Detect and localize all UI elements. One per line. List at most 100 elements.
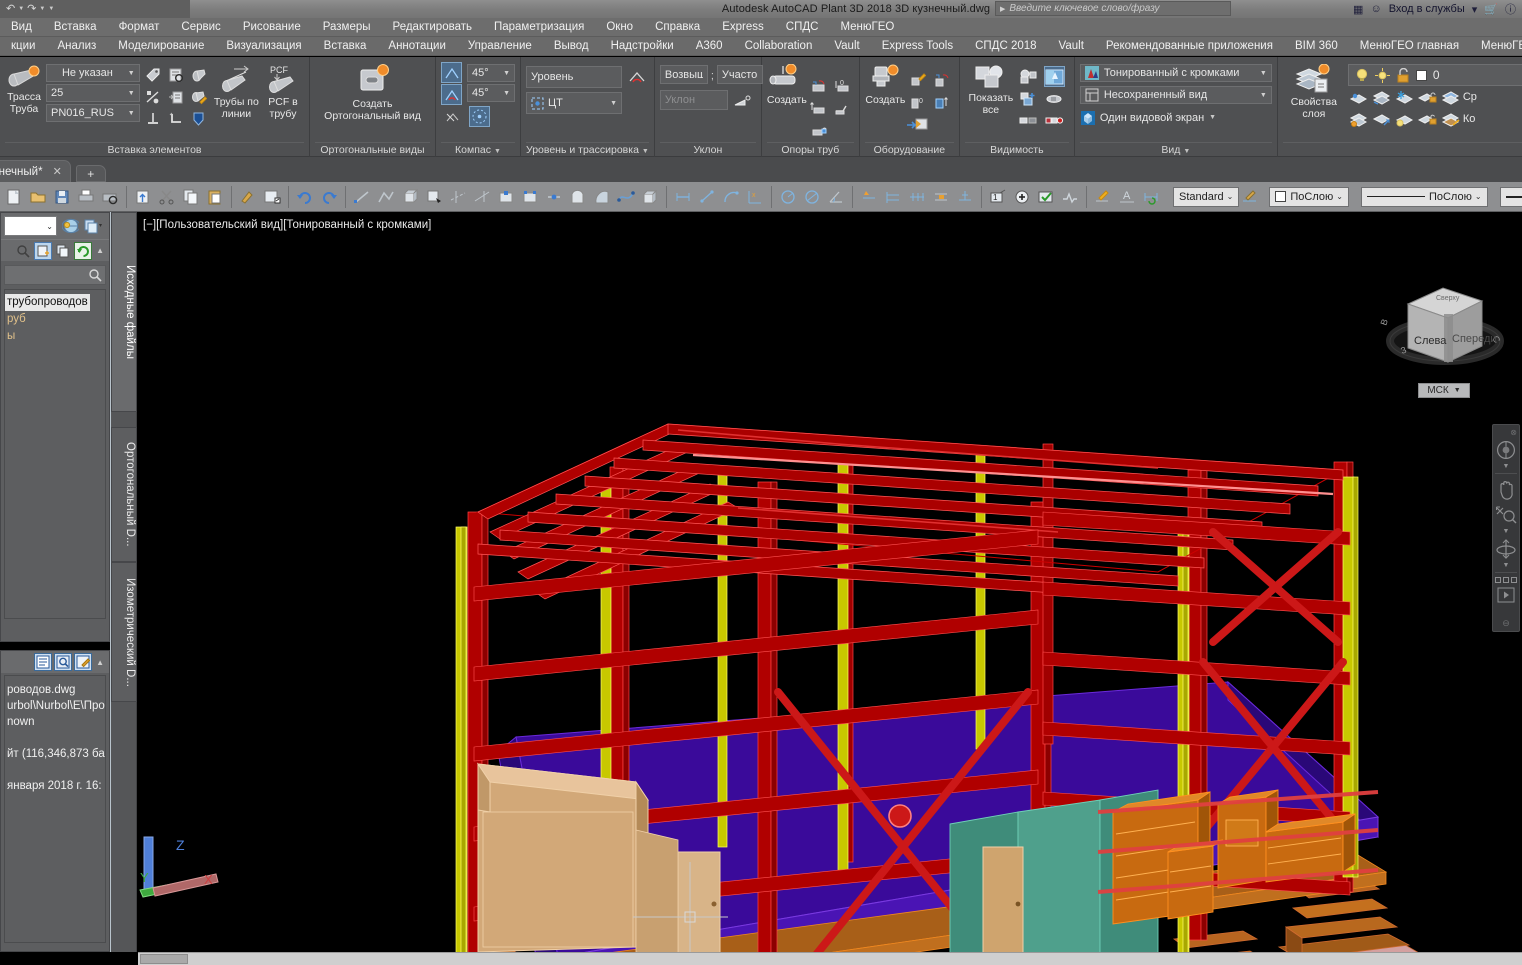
named-view-combo[interactable]: Несохраненный вид ▼ <box>1079 86 1272 104</box>
layer-merge-icon[interactable] <box>1440 87 1461 108</box>
menu-item-1[interactable]: Вставка <box>43 18 108 37</box>
menu-item-8[interactable]: Окно <box>595 18 644 37</box>
layer-thaw-icon[interactable] <box>1374 67 1390 83</box>
layer-color-swatch[interactable] <box>1415 69 1427 81</box>
center-combo[interactable]: ЦТ ▼ <box>526 92 622 114</box>
spec-name-combo[interactable]: PN016_RUS ▼ <box>46 104 140 122</box>
dim-aligned-icon[interactable] <box>695 185 719 209</box>
dim-baseline-icon[interactable] <box>881 185 905 209</box>
slope-input[interactable]: Уклон <box>659 90 728 110</box>
ribbon-tab-1[interactable]: Анализ <box>46 37 107 56</box>
ribbon-tab-10[interactable]: Collaboration <box>734 37 824 56</box>
equipment-elev-icon[interactable] <box>931 92 952 113</box>
new-drawing-icon[interactable] <box>34 241 53 260</box>
visual-style-combo[interactable]: Тонированный с кромками ▼ <box>1079 64 1272 82</box>
qat-overflow-icon[interactable]: ▼ <box>48 6 54 12</box>
paste-icon[interactable] <box>203 185 227 209</box>
publish-icon[interactable] <box>131 185 155 209</box>
polyline-icon[interactable] <box>374 185 398 209</box>
match-properties-icon[interactable] <box>236 185 260 209</box>
preview-icon[interactable] <box>54 653 73 671</box>
menu-item-4[interactable]: Рисование <box>232 18 312 37</box>
tolerance-icon[interactable] <box>1010 185 1034 209</box>
open-icon[interactable] <box>26 185 50 209</box>
pcf-to-pipe-button[interactable]: PCF PCF в трубу <box>262 62 304 120</box>
menu-item-5[interactable]: Размеры <box>312 18 382 37</box>
showmotion-icon[interactable] <box>1493 585 1519 605</box>
pipe-support-small-icon[interactable] <box>189 64 210 85</box>
connect-down-icon[interactable] <box>143 108 164 129</box>
support-copy-icon[interactable] <box>808 76 829 97</box>
layer-on-icon[interactable] <box>1355 68 1369 83</box>
layer-unisolate-icon[interactable] <box>1371 87 1392 108</box>
equipment-copy-icon[interactable] <box>931 70 952 91</box>
dim-text-edit-icon[interactable]: A <box>1115 185 1139 209</box>
ray-icon[interactable] <box>470 185 494 209</box>
plot-preview-icon[interactable] <box>98 185 122 209</box>
color-combo[interactable]: ПоСлою ⌄ <box>1360 186 1488 207</box>
navbar-close-icon[interactable]: ⊗ <box>1510 428 1519 437</box>
elevation-field[interactable]: Возвыш <box>659 65 708 84</box>
ribbon-tab-3[interactable]: Визуализация <box>215 37 312 56</box>
menu-item-0[interactable]: Вид <box>0 18 43 37</box>
layer-turn-on-icon[interactable] <box>1394 109 1415 130</box>
ucs-selector[interactable]: МСК ▼ <box>1418 383 1470 398</box>
undo-dropdown-icon[interactable]: ▼ <box>18 6 24 12</box>
slope-percent-icon[interactable] <box>143 86 164 107</box>
pan-hand-icon[interactable] <box>1493 476 1519 502</box>
xray-mode-icon[interactable] <box>1043 66 1065 87</box>
help-icon[interactable]: ⓘ <box>1505 1 1516 17</box>
quick-dim-icon[interactable] <box>857 185 881 209</box>
project-tree[interactable]: трубопроводов руб ы <box>4 289 106 619</box>
line-icon[interactable] <box>350 185 374 209</box>
drawing-canvas[interactable]: [−][Пользовательский вид][Тонированный с… <box>138 212 1522 952</box>
unhide-icon[interactable] <box>1044 88 1065 109</box>
cut-icon[interactable] <box>155 185 179 209</box>
steering-wheel-icon[interactable] <box>1493 437 1519 463</box>
tree-node-pipes[interactable]: руб <box>5 311 105 328</box>
dim-ordinate-icon[interactable]: x <box>743 185 767 209</box>
scrollbar-thumb[interactable] <box>140 954 188 964</box>
collapse-icon[interactable]: ▲ <box>94 246 106 255</box>
linetype-combo[interactable]: ПоСлою⌄ <box>1499 186 1522 207</box>
create-equipment-button[interactable]: Создать <box>865 62 906 106</box>
redo-dropdown-icon[interactable]: ▼ <box>39 6 45 12</box>
add-to-spec-icon[interactable] <box>166 86 187 107</box>
compass-off-icon[interactable] <box>441 106 462 127</box>
menu-item-12[interactable]: МенюГЕО <box>829 18 905 37</box>
ribbon-tab-18[interactable]: МенюГЕО д <box>1470 37 1522 56</box>
ribbon-tab-7[interactable]: Вывод <box>543 37 600 56</box>
new-icon[interactable] <box>2 185 26 209</box>
dim-radius-icon[interactable] <box>776 185 800 209</box>
size-combo[interactable]: 25 ▼ <box>46 84 140 102</box>
section-field[interactable]: Участок <box>716 65 763 84</box>
tag-icon[interactable] <box>143 64 164 85</box>
new-tab-button[interactable]: + <box>75 165 106 182</box>
user-avatar-icon[interactable]: ☺ <box>1370 3 1381 15</box>
edit-pipe-icon[interactable] <box>189 86 210 107</box>
save-icon[interactable] <box>50 185 74 209</box>
redo-icon[interactable]: ↷ <box>27 3 36 15</box>
dim-style-manager-icon[interactable] <box>1241 185 1259 209</box>
spec-viewer-icon[interactable] <box>166 64 187 85</box>
rectangle-icon[interactable] <box>494 185 518 209</box>
ellipse-icon[interactable] <box>590 185 614 209</box>
copy-icon[interactable] <box>179 185 203 209</box>
equipment-import-icon[interactable] <box>906 114 928 135</box>
redo-icon[interactable] <box>317 185 341 209</box>
dim-space-icon[interactable] <box>929 185 953 209</box>
multileader-icon[interactable]: 1 <box>986 185 1010 209</box>
layer-previous-icon[interactable] <box>1371 109 1392 130</box>
dim-continue-icon[interactable] <box>905 185 929 209</box>
compass-snap-combo[interactable]: 45° ▼ <box>467 84 515 102</box>
ribbon-tab-13[interactable]: СПДС 2018 <box>964 37 1047 56</box>
search-input[interactable]: ▶ Введите ключевое слово/фразу <box>995 1 1231 16</box>
copy-drawing-icon[interactable] <box>54 242 72 260</box>
ribbon-tab-11[interactable]: Vault <box>823 37 870 56</box>
level-pick-icon[interactable] <box>626 68 647 89</box>
cart-icon[interactable]: 🛒 <box>1484 3 1498 16</box>
layer-make-current-icon[interactable] <box>1348 109 1369 130</box>
end-isolation-icon[interactable] <box>1044 110 1065 131</box>
details-icon[interactable] <box>34 653 53 671</box>
ribbon-tab-5[interactable]: Аннотации <box>377 37 456 56</box>
